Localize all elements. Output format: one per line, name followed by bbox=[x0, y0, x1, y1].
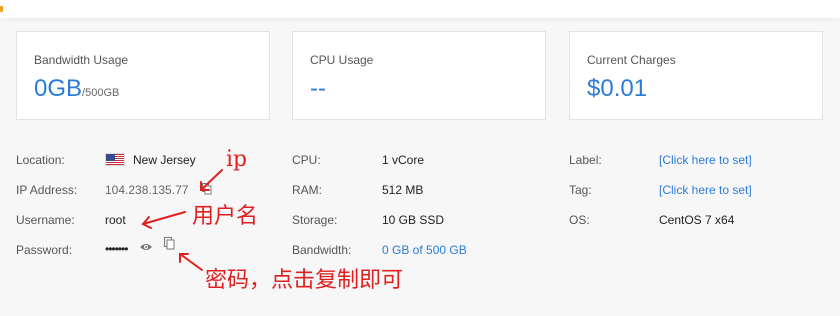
eye-icon[interactable] bbox=[139, 239, 153, 257]
password-label: Password: bbox=[16, 243, 73, 257]
storage-value: 10 GB SSD bbox=[382, 213, 445, 227]
set-tag-link[interactable]: [Click here to set] bbox=[659, 183, 752, 197]
os-label: OS: bbox=[569, 213, 590, 227]
bandwidth-label: Bandwidth: bbox=[292, 243, 352, 257]
bandwidth-usage-title: Bandwidth Usage bbox=[34, 53, 129, 67]
ram-label: RAM: bbox=[292, 183, 322, 197]
cpu-label: CPU: bbox=[292, 153, 321, 167]
ip-annotation: ip bbox=[226, 147, 248, 172]
top-bar bbox=[0, 0, 840, 18]
username-annotation: 用户名 bbox=[192, 204, 259, 229]
bandwidth-used: 0GB bbox=[34, 75, 83, 102]
current-charges-value: $0.01 bbox=[587, 75, 648, 102]
tag-label: Tag: bbox=[569, 183, 592, 197]
bandwidth-quota: /500GB bbox=[82, 87, 120, 99]
cpu-value: 1 vCore bbox=[382, 153, 425, 167]
set-label-link[interactable]: [Click here to set] bbox=[659, 153, 752, 167]
cpu-usage-value: -- bbox=[310, 75, 326, 102]
server-label-label: Label: bbox=[569, 153, 602, 167]
username-arrow bbox=[142, 211, 186, 225]
ram-value: 512 MB bbox=[382, 183, 424, 197]
username-label: Username: bbox=[16, 213, 75, 227]
password-arrow bbox=[179, 253, 203, 271]
current-charges-card: Current Charges $0.01 bbox=[569, 31, 823, 120]
ip-address-label: IP Address: bbox=[16, 183, 78, 197]
password-annotation: 密码，点击复制即可 bbox=[205, 268, 404, 293]
password-arrow-head bbox=[179, 253, 189, 263]
bandwidth-usage-card: Bandwidth Usage 0GB/500GB bbox=[16, 31, 270, 120]
location-value: New Jersey bbox=[133, 153, 196, 167]
os-value: CentOS 7 x64 bbox=[659, 213, 735, 227]
username-arrow-head bbox=[141, 216, 152, 229]
current-charges-title: Current Charges bbox=[587, 53, 676, 67]
cpu-usage-title: CPU Usage bbox=[310, 53, 374, 67]
username-value: root bbox=[105, 213, 126, 227]
password-value: ••••••• bbox=[105, 242, 128, 256]
bandwidth-value-link[interactable]: 0 GB of 500 GB bbox=[382, 243, 467, 257]
password-copy-icon[interactable] bbox=[164, 237, 175, 255]
cpu-usage-card: CPU Usage -- bbox=[292, 31, 546, 120]
bandwidth-usage-value: 0GB/500GB bbox=[34, 75, 119, 103]
top-bar-accent bbox=[0, 6, 3, 12]
storage-label: Storage: bbox=[292, 213, 338, 227]
ip-address-value: 104.238.135.77 bbox=[105, 183, 189, 197]
us-flag-icon bbox=[105, 153, 125, 166]
location-label: Location: bbox=[16, 153, 65, 167]
